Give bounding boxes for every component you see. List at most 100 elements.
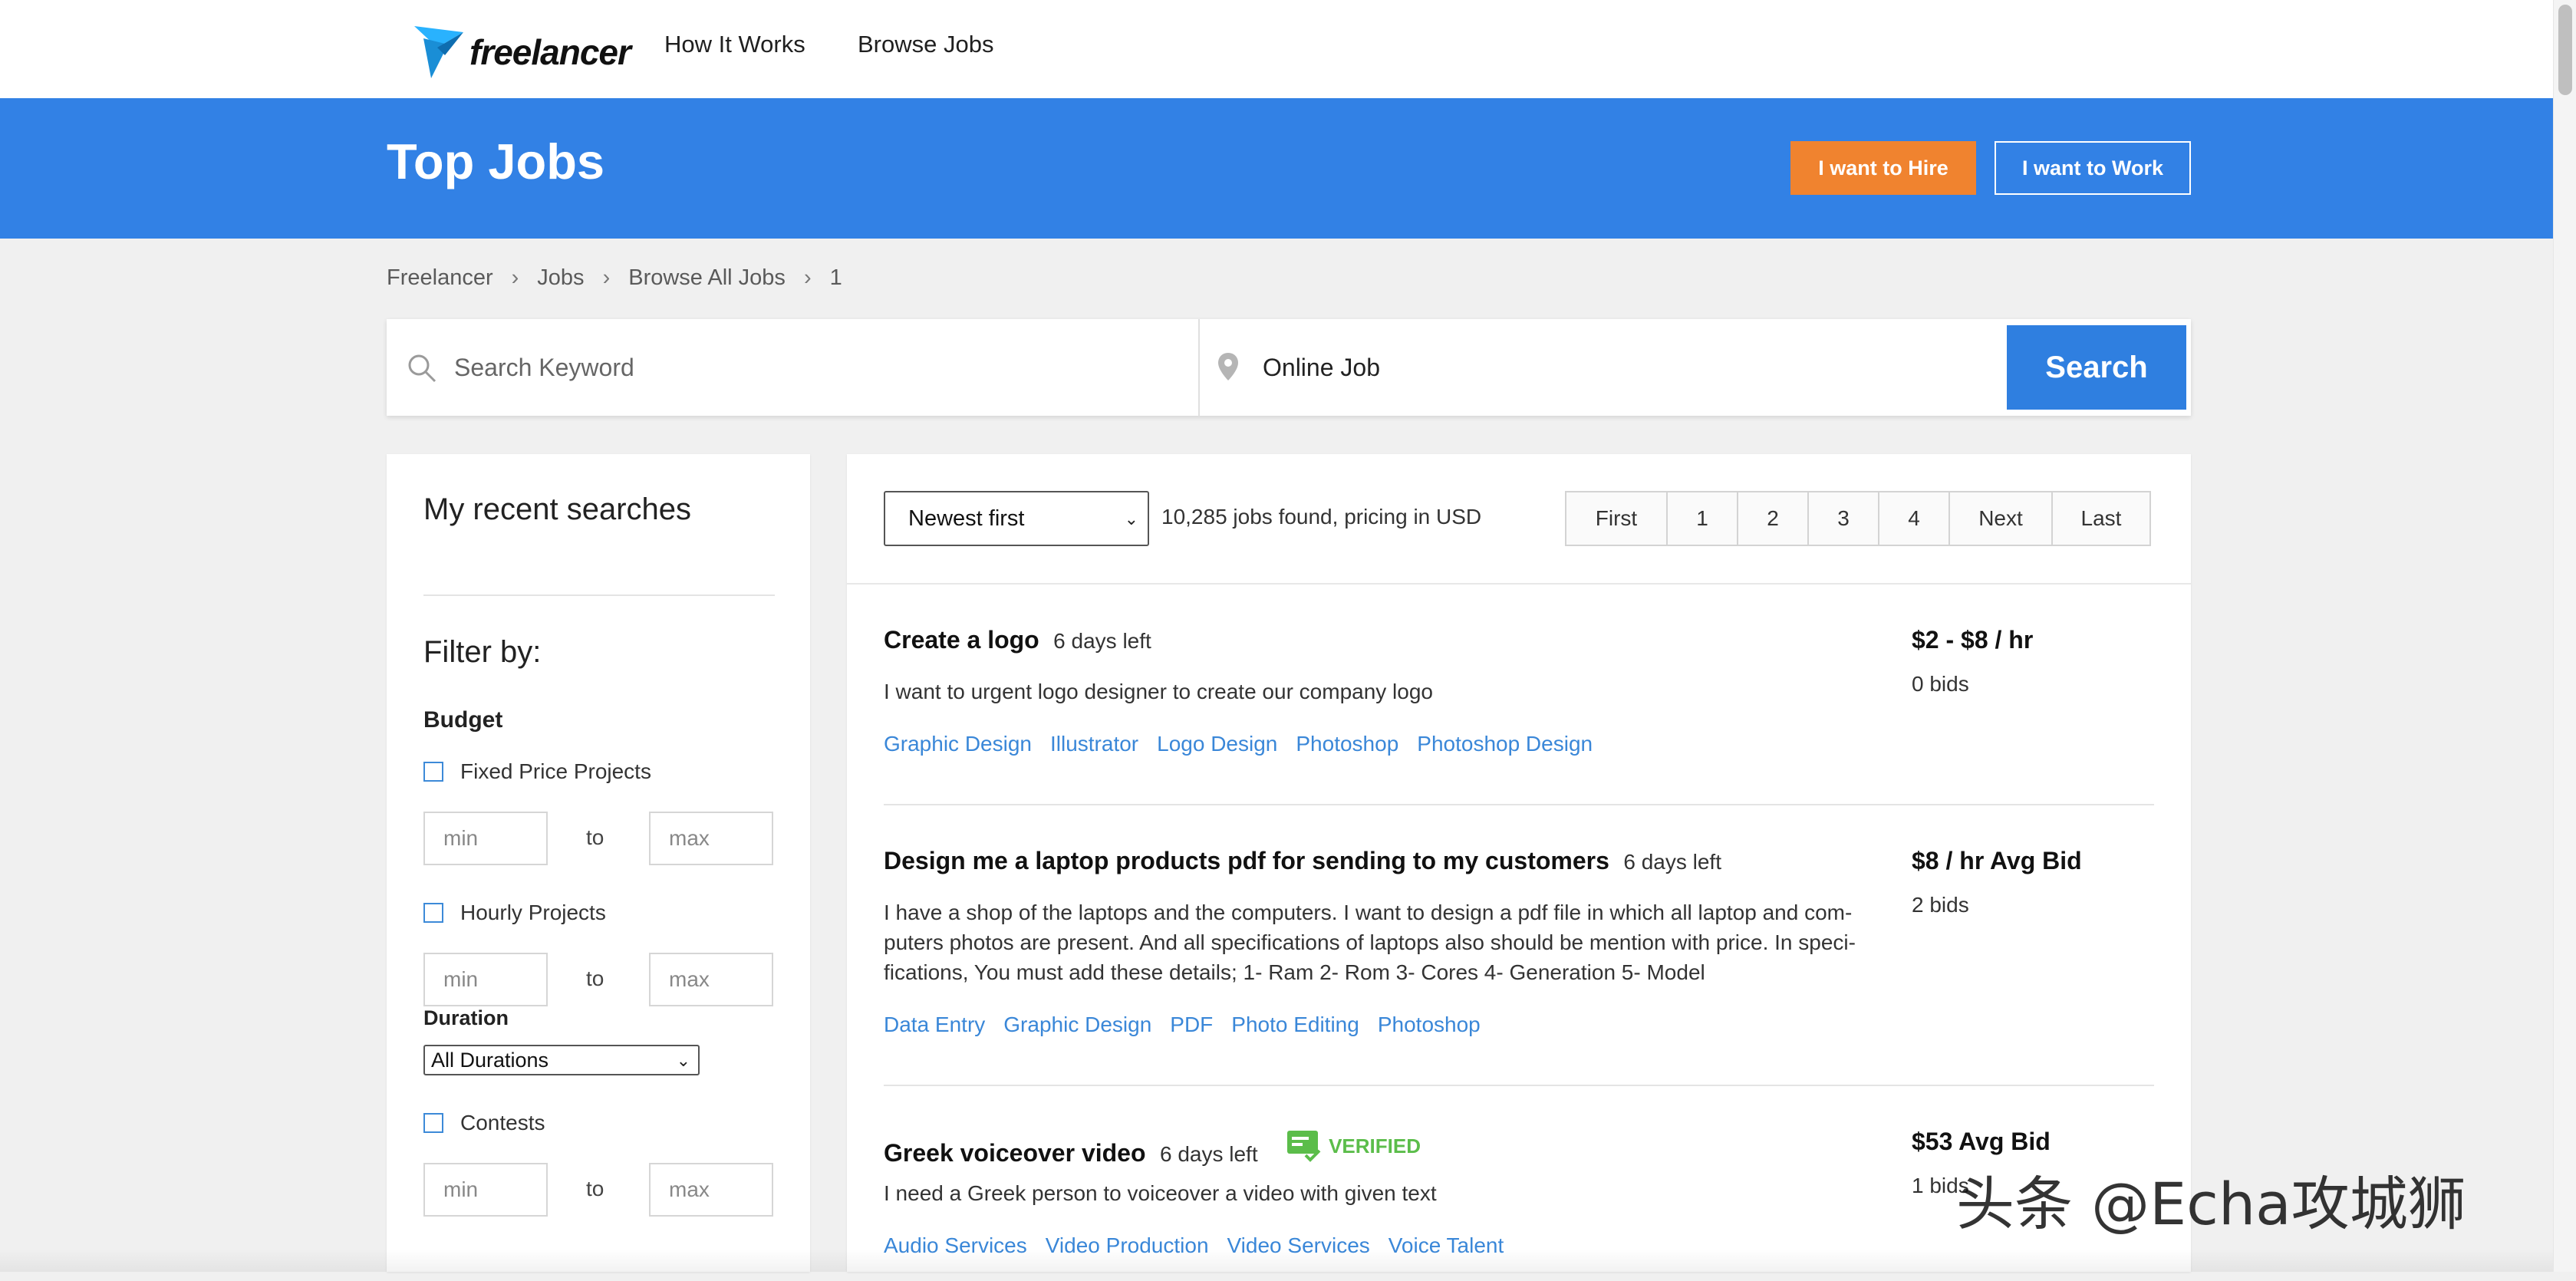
nav-browse-jobs[interactable]: Browse Jobs: [858, 31, 993, 58]
breadcrumb-separator: ›: [511, 265, 519, 290]
breadcrumb: Freelancer › Jobs › Browse All Jobs › 1: [387, 265, 842, 291]
job-description-line: I have a shop of the laptops and the com…: [884, 901, 1853, 924]
duration-selected-value: All Durations: [431, 1048, 549, 1072]
skill-tag[interactable]: Photoshop: [1296, 732, 1398, 756]
search-bar: Search: [387, 319, 2377, 416]
skill-tag[interactable]: Photoshop Design: [1417, 732, 1593, 756]
work-button[interactable]: I want to Work: [1995, 141, 2191, 195]
verified-badge-icon: [1287, 1131, 1321, 1162]
hourly-range: to: [423, 953, 776, 1006]
page-next-button[interactable]: Next: [1948, 491, 2053, 546]
hourly-checkbox[interactable]: [423, 903, 443, 923]
results-summary: 10,285 jobs found, pricing in USD: [1161, 505, 1482, 529]
contests-range: to: [423, 1163, 776, 1217]
job-description-line: puters photos are present. And all speci…: [884, 930, 1856, 954]
scrollbar-thumb[interactable]: [2558, 5, 2572, 95]
duration-select[interactable]: All Durations ⌄: [423, 1045, 700, 1075]
top-navigation-bar: freelancer How It Works Browse Jobs: [0, 0, 2553, 99]
range-to-label: to: [586, 967, 604, 990]
skill-tag[interactable]: Illustrator: [1050, 732, 1138, 756]
fixed-min-input[interactable]: [423, 812, 548, 865]
keyword-search-input[interactable]: [453, 342, 1177, 393]
hire-button[interactable]: I want to Hire: [1790, 141, 1976, 195]
budget-heading: Budget: [423, 707, 503, 733]
skill-tag[interactable]: Photo Editing: [1231, 1013, 1359, 1037]
job-separator: [884, 804, 2154, 805]
chevron-down-icon: ⌄: [676, 1051, 690, 1070]
freelancer-bird-icon: [414, 26, 463, 78]
page-3-button[interactable]: 3: [1807, 491, 1879, 546]
location-input[interactable]: [1261, 342, 2377, 393]
job-price: $53 Avg Bid: [1912, 1128, 2051, 1155]
job-days-left: 6 days left: [1053, 629, 1151, 653]
contests-label: Contests: [460, 1111, 545, 1134]
breadcrumb-separator: ›: [602, 265, 611, 290]
hourly-max-input[interactable]: [649, 953, 773, 1006]
fixed-price-range: to: [423, 812, 776, 865]
job-days-left: 6 days left: [1159, 1142, 1258, 1166]
page-title: Top Jobs: [387, 133, 605, 189]
skill-tag[interactable]: Graphic Design: [1003, 1013, 1151, 1037]
page-4-button[interactable]: 4: [1878, 491, 1950, 546]
job-results-panel: Newest first ⌄ 10,285 jobs found, pricin…: [847, 454, 2191, 1272]
contests-min-input[interactable]: [423, 1163, 548, 1217]
page-first-button[interactable]: First: [1565, 491, 1668, 546]
fixed-price-checkbox[interactable]: [423, 762, 443, 782]
skill-tag[interactable]: Data Entry: [884, 1013, 985, 1037]
skill-tag[interactable]: Logo Design: [1157, 732, 1277, 756]
job-skill-tags: Data Entry Graphic Design PDF Photo Edit…: [884, 1013, 1499, 1037]
duration-heading: Duration: [423, 1006, 509, 1029]
verified-badge: VERIFIED: [1286, 1129, 1421, 1163]
search-icon: [408, 354, 436, 383]
pagination: First 1 2 3 4 Next Last: [1565, 491, 2151, 546]
job-title-link[interactable]: Design me a laptop products pdf for send…: [884, 847, 1609, 874]
job-separator: [884, 1085, 2154, 1086]
skill-tag[interactable]: PDF: [1170, 1013, 1213, 1037]
breadcrumb-separator: ›: [803, 265, 812, 290]
skill-tag[interactable]: Photoshop: [1378, 1013, 1481, 1037]
search-button[interactable]: Search: [2007, 325, 2186, 410]
results-divider: [847, 583, 2191, 585]
page-scrollbar[interactable]: [2553, 0, 2576, 1272]
breadcrumb-browse-all-jobs[interactable]: Browse All Jobs: [628, 265, 786, 291]
job-description: I have a shop of the laptops and the com…: [884, 897, 1866, 987]
skill-tag[interactable]: Graphic Design: [884, 732, 1032, 756]
fixed-max-input[interactable]: [649, 812, 773, 865]
job-price: $8 / hr Avg Bid: [1912, 847, 2082, 874]
keyword-field-wrapper: [387, 319, 1200, 416]
job-description: I need a Greek person to voiceover a vid…: [884, 1181, 1437, 1205]
page-1-button[interactable]: 1: [1666, 491, 1738, 546]
filter-sidebar: My recent searches Filter by: Budget Fix…: [387, 454, 810, 1272]
watermark-text: 头条 @Echa攻城狮: [1956, 1170, 2466, 1238]
contests-checkbox[interactable]: [423, 1113, 443, 1133]
breadcrumb-freelancer[interactable]: Freelancer: [387, 265, 493, 291]
contests-max-input[interactable]: [649, 1163, 773, 1217]
chevron-down-icon: ⌄: [1124, 509, 1138, 529]
fixed-price-filter[interactable]: Fixed Price Projects: [423, 759, 651, 784]
job-price: $2 - $8 / hr: [1912, 626, 2034, 654]
range-to-label: to: [586, 1177, 604, 1200]
page-last-button[interactable]: Last: [2051, 491, 2151, 546]
job-title-link[interactable]: Create a logo: [884, 626, 1039, 654]
filter-by-heading: Filter by:: [423, 635, 542, 669]
job-bids: 0 bids: [1912, 672, 1969, 696]
sort-selected-value: Newest first: [908, 505, 1025, 531]
bottom-shadow: [0, 1249, 2553, 1272]
job-skill-tags: Graphic Design Illustrator Logo Design P…: [884, 732, 1611, 756]
hourly-min-input[interactable]: [423, 953, 548, 1006]
freelancer-logo[interactable]: freelancer: [414, 21, 631, 80]
sort-select[interactable]: Newest first ⌄: [884, 491, 1149, 546]
job-description-line: fications, You must add these details; 1…: [884, 960, 1705, 984]
location-pin-icon: [1218, 353, 1238, 380]
nav-how-it-works[interactable]: How It Works: [664, 31, 805, 58]
job-title-link[interactable]: Greek voiceover video: [884, 1139, 1146, 1167]
job-listing: Design me a laptop products pdf for send…: [884, 847, 2154, 1062]
page-2-button[interactable]: 2: [1737, 491, 1809, 546]
job-bids: 2 bids: [1912, 893, 1969, 917]
contests-filter[interactable]: Contests: [423, 1111, 545, 1135]
hero-banner: Top Jobs I want to Hire I want to Work: [0, 98, 2553, 239]
sidebar-divider: [423, 594, 775, 596]
breadcrumb-current-page: 1: [829, 265, 842, 290]
hourly-filter[interactable]: Hourly Projects: [423, 901, 606, 925]
breadcrumb-jobs[interactable]: Jobs: [537, 265, 584, 291]
